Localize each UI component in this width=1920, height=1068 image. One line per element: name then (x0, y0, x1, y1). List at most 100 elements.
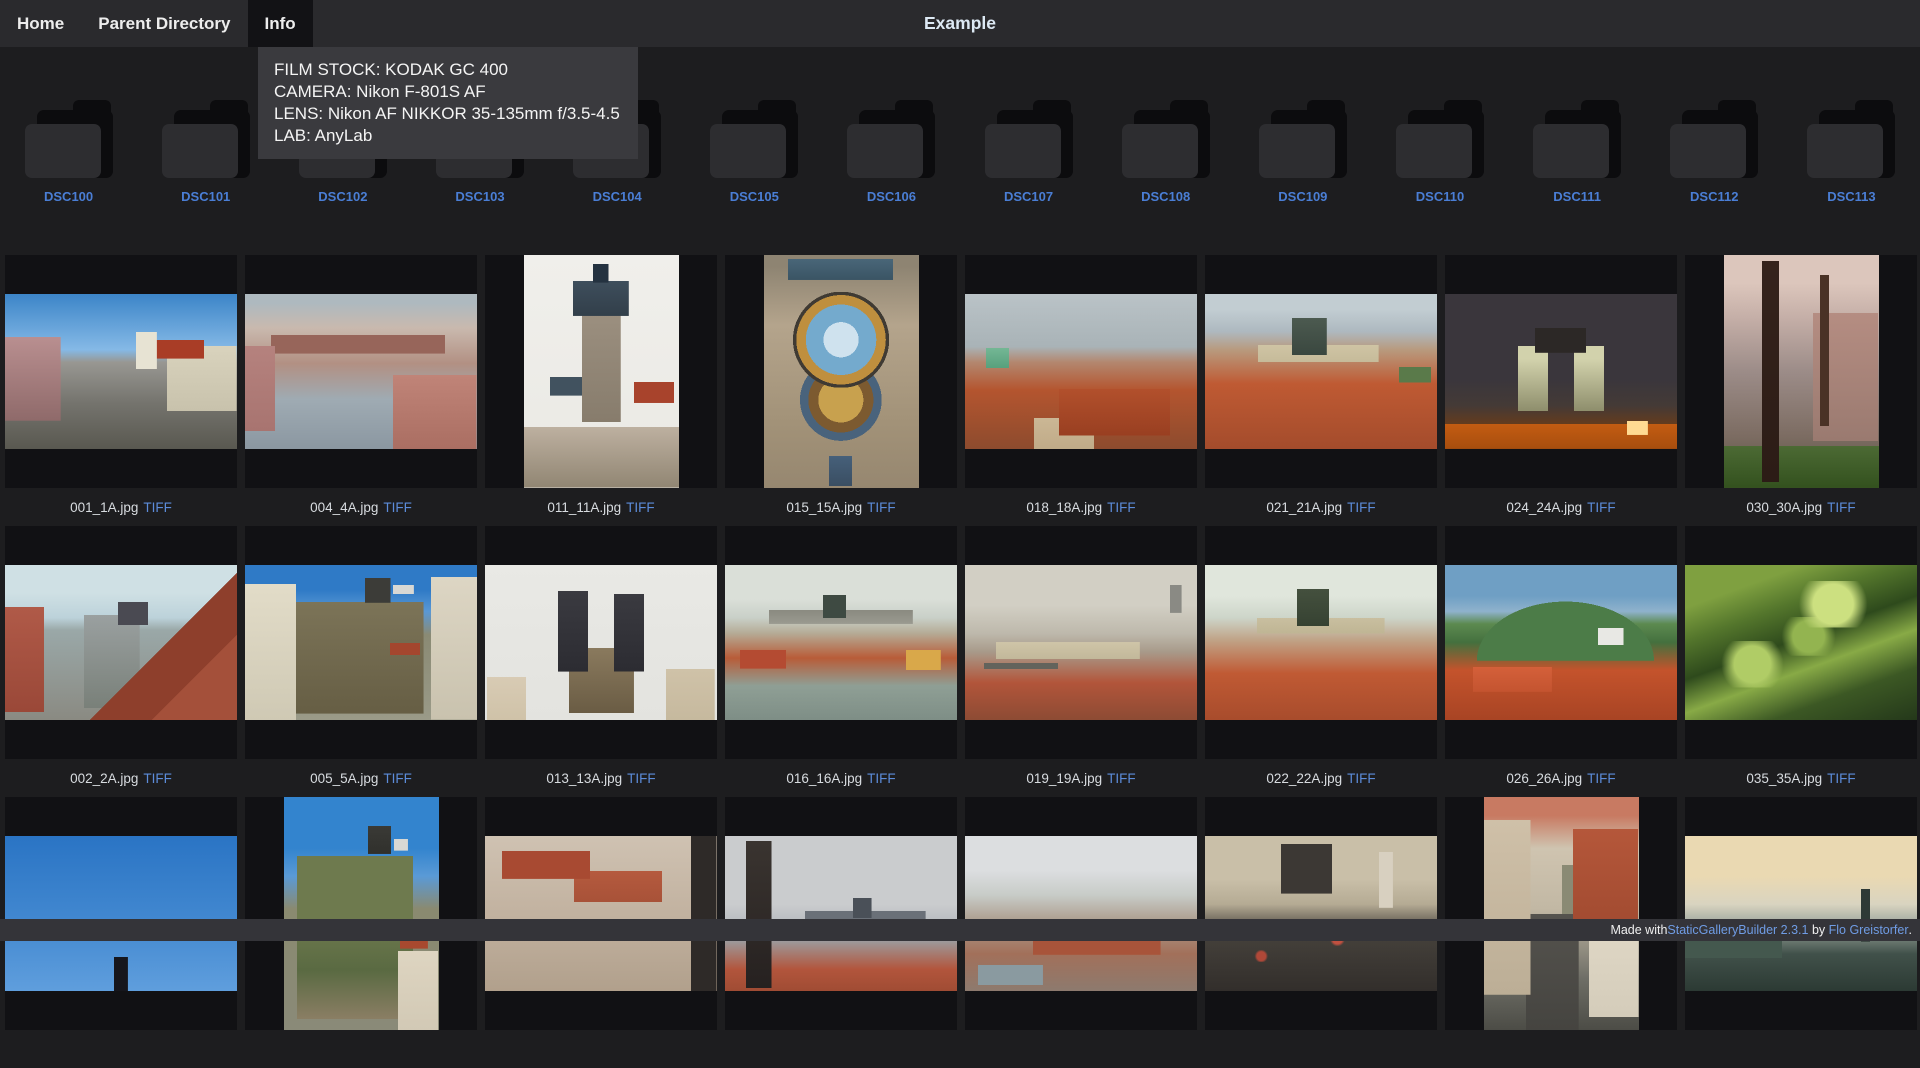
photo-thumbnail[interactable] (725, 836, 957, 991)
photo-tile[interactable] (245, 526, 477, 759)
photo-thumbnail[interactable] (1205, 836, 1437, 991)
photo-thumbnail[interactable] (245, 294, 477, 449)
folder-icon[interactable] (162, 100, 250, 180)
folder-link[interactable]: DSC109 (1278, 189, 1327, 204)
photo-thumbnail[interactable] (1445, 565, 1677, 720)
photo-thumbnail[interactable] (1724, 255, 1879, 488)
folder-icon[interactable] (1533, 100, 1621, 180)
folder-dsc107[interactable]: DSC107 (960, 100, 1097, 204)
photo-tile[interactable] (725, 526, 957, 759)
folder-dsc113[interactable]: DSC113 (1783, 100, 1920, 204)
photo-thumbnail[interactable] (965, 294, 1197, 449)
photo-filename-link[interactable]: 021_21A.jpg (1266, 500, 1342, 515)
photo-filename-link[interactable]: 016_16A.jpg (786, 771, 862, 786)
photo-tile[interactable] (1445, 526, 1677, 759)
photo-thumbnail[interactable] (485, 836, 717, 991)
photo-filename-link[interactable]: 018_18A.jpg (1026, 500, 1102, 515)
photo-thumbnail[interactable] (5, 836, 237, 991)
photo-filename-link[interactable]: 005_5A.jpg (310, 771, 378, 786)
photo-thumbnail[interactable] (1445, 294, 1677, 449)
folder-link[interactable]: DSC106 (867, 189, 916, 204)
photo-tile[interactable] (485, 526, 717, 759)
photo-tiff-link[interactable]: TIFF (1347, 771, 1376, 786)
photo-tile[interactable] (965, 526, 1197, 759)
folder-link[interactable]: DSC105 (730, 189, 779, 204)
folder-link[interactable]: DSC100 (44, 189, 93, 204)
folder-link[interactable]: DSC107 (1004, 189, 1053, 204)
photo-tiff-link[interactable]: TIFF (383, 500, 412, 515)
nav-tab-home[interactable]: Home (0, 0, 81, 47)
photo-filename-link[interactable]: 022_22A.jpg (1266, 771, 1342, 786)
photo-filename-link[interactable]: 002_2A.jpg (70, 771, 138, 786)
photo-tiff-link[interactable]: TIFF (143, 771, 172, 786)
photo-tile[interactable] (1685, 797, 1917, 1030)
photo-filename-link[interactable]: 011_11A.jpg (547, 500, 621, 515)
folder-link[interactable]: DSC110 (1416, 189, 1464, 204)
photo-thumbnail[interactable] (485, 565, 717, 720)
photo-tiff-link[interactable]: TIFF (867, 771, 896, 786)
photo-thumbnail[interactable] (764, 255, 919, 488)
photo-tile[interactable] (485, 255, 717, 488)
photo-thumbnail[interactable] (5, 294, 237, 449)
photo-tile[interactable] (1445, 797, 1677, 1030)
folder-icon[interactable] (710, 100, 798, 180)
folder-link[interactable]: DSC102 (318, 189, 367, 204)
photo-thumbnail[interactable] (5, 565, 237, 720)
folder-icon[interactable] (1259, 100, 1347, 180)
photo-tiff-link[interactable]: TIFF (1107, 771, 1136, 786)
photo-tile[interactable] (1685, 526, 1917, 759)
photo-tile[interactable] (245, 797, 477, 1030)
photo-tile[interactable] (5, 255, 237, 488)
photo-tile[interactable] (725, 797, 957, 1030)
folder-dsc105[interactable]: DSC105 (686, 100, 823, 204)
folder-dsc112[interactable]: DSC112 (1646, 100, 1783, 204)
folder-link[interactable]: DSC108 (1141, 189, 1190, 204)
folder-icon[interactable] (1807, 100, 1895, 180)
folder-dsc106[interactable]: DSC106 (823, 100, 960, 204)
folder-icon[interactable] (25, 100, 113, 180)
photo-tiff-link[interactable]: TIFF (1587, 500, 1616, 515)
photo-filename-link[interactable]: 019_19A.jpg (1026, 771, 1102, 786)
photo-filename-link[interactable]: 026_26A.jpg (1506, 771, 1582, 786)
photo-filename-link[interactable]: 030_30A.jpg (1746, 500, 1822, 515)
folder-link[interactable]: DSC101 (181, 189, 230, 204)
folder-link[interactable]: DSC104 (593, 189, 642, 204)
photo-tile[interactable] (965, 255, 1197, 488)
builder-link[interactable]: StaticGalleryBuilder 2.3.1 (1667, 923, 1808, 937)
photo-tile[interactable] (1205, 797, 1437, 1030)
photo-tiff-link[interactable]: TIFF (627, 771, 656, 786)
folder-dsc110[interactable]: DSC110 (1371, 100, 1508, 204)
folder-icon[interactable] (1122, 100, 1210, 180)
photo-tile[interactable] (1685, 255, 1917, 488)
photo-thumbnail[interactable] (1484, 797, 1639, 1030)
photo-filename-link[interactable]: 001_1A.jpg (70, 500, 138, 515)
photo-filename-link[interactable]: 024_24A.jpg (1506, 500, 1582, 515)
nav-tab-info[interactable]: Info (248, 0, 313, 47)
folder-link[interactable]: DSC113 (1827, 189, 1875, 204)
folder-dsc108[interactable]: DSC108 (1097, 100, 1234, 204)
folder-dsc100[interactable]: DSC100 (0, 100, 137, 204)
photo-tile[interactable] (725, 255, 957, 488)
photo-thumbnail[interactable] (965, 836, 1197, 991)
photo-filename-link[interactable]: 015_15A.jpg (786, 500, 862, 515)
author-link[interactable]: Flo Greistorfer (1829, 923, 1909, 937)
photo-tiff-link[interactable]: TIFF (1827, 771, 1856, 786)
photo-thumbnail[interactable] (725, 565, 957, 720)
photo-thumbnail[interactable] (1205, 565, 1437, 720)
folder-icon[interactable] (985, 100, 1073, 180)
photo-tile[interactable] (1205, 526, 1437, 759)
photo-thumbnail[interactable] (1205, 294, 1437, 449)
photo-tile[interactable] (485, 797, 717, 1030)
photo-tile[interactable] (245, 255, 477, 488)
photo-filename-link[interactable]: 004_4A.jpg (310, 500, 378, 515)
photo-thumbnail[interactable] (1685, 836, 1917, 991)
folder-dsc101[interactable]: DSC101 (137, 100, 274, 204)
photo-tile[interactable] (1445, 255, 1677, 488)
folder-link[interactable]: DSC103 (455, 189, 504, 204)
nav-tab-parent-directory[interactable]: Parent Directory (81, 0, 247, 47)
folder-dsc111[interactable]: DSC111 (1509, 100, 1646, 204)
photo-thumbnail[interactable] (284, 797, 439, 1030)
folder-icon[interactable] (1670, 100, 1758, 180)
photo-thumbnail[interactable] (1685, 565, 1917, 720)
photo-tiff-link[interactable]: TIFF (1587, 771, 1616, 786)
